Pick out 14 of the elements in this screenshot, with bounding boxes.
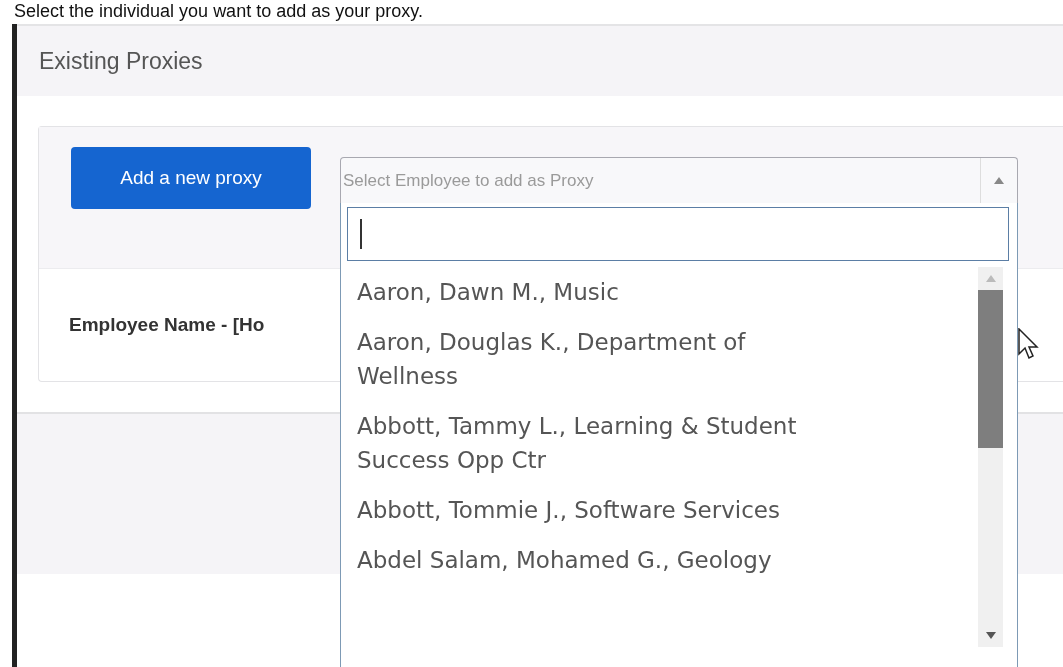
scrollbar-thumb[interactable] [978, 290, 1003, 448]
instruction-text: Select the individual you want to add as your proxy. [13, 0, 423, 22]
employee-option[interactable]: Abbott, Tommie J., Software Services [347, 485, 827, 535]
search-field[interactable] [347, 207, 1009, 261]
add-proxy-button[interactable]: Add a new proxy [71, 147, 311, 209]
employee-option[interactable]: Abbott, Tammy L., Learning & Student Success Opp Ctr [347, 401, 827, 485]
scroll-down-icon[interactable] [985, 632, 996, 639]
caret-icon [994, 177, 1004, 184]
employee-option[interactable]: Abdel Salam, Mohamed G., Geology [347, 535, 827, 585]
column-label: Employee Name - [Ho [69, 314, 265, 336]
panel-title: Existing Proxies [39, 47, 203, 75]
employee-option[interactable]: Aaron, Dawn M., Music [347, 267, 827, 317]
scrollbar[interactable] [978, 267, 1003, 647]
employee-option[interactable]: Aaron, Douglas K., Department of Wellness [347, 317, 827, 401]
